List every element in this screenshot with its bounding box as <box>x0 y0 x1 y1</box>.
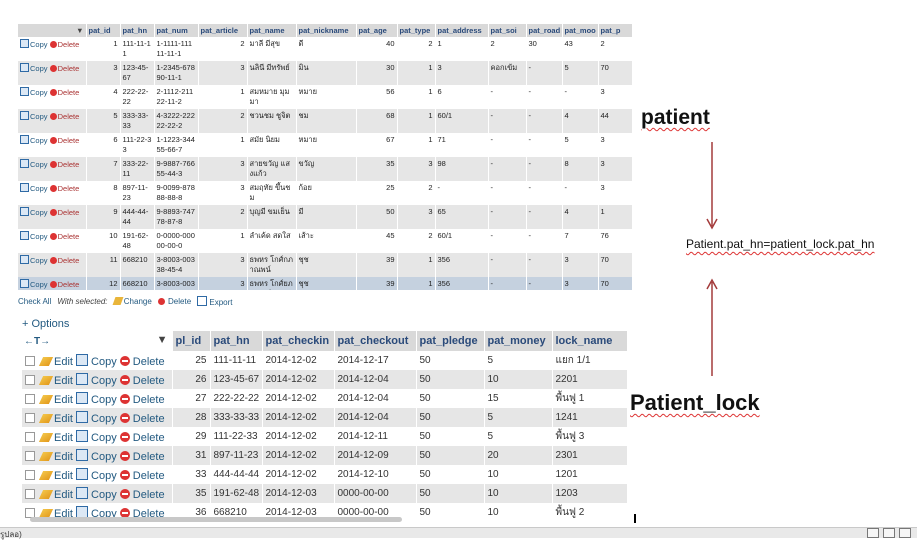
arrow-up <box>706 278 718 376</box>
patient-label-text: patient <box>641 106 710 129</box>
status-bar: รูปลอ) <box>0 527 917 539</box>
annotation-arrows <box>706 142 718 376</box>
patient-label: patient <box>641 106 710 130</box>
arrow-down <box>706 142 718 230</box>
join-condition-text: Patient.pat_hn=patient_lock.pat_hn <box>686 237 875 251</box>
join-condition-label: Patient.pat_hn=patient_lock.pat_hn <box>686 237 874 251</box>
status-text: รูปลอ) <box>0 530 22 539</box>
patient-lock-label: Patient_lock <box>630 390 760 416</box>
patient-lock-label-text: Patient_lock <box>630 390 760 415</box>
